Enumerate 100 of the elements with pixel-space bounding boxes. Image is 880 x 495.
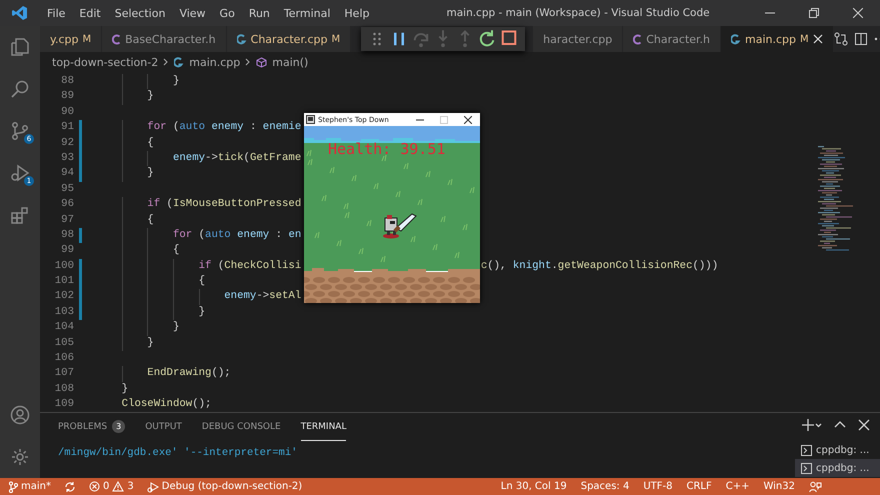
code-line: }	[172, 320, 180, 336]
debug-icon	[146, 480, 159, 492]
menu-item[interactable]: Go	[212, 6, 242, 20]
code-line: if (CheckCollisi	[198, 258, 302, 274]
code-line: {	[146, 212, 154, 228]
header-file-icon	[633, 34, 642, 44]
line-number: 109	[54, 397, 74, 412]
search-icon[interactable]	[10, 79, 30, 99]
panel-tab[interactable]: TERMINAL	[300, 413, 346, 441]
code-line: enemy->tick(GetFrame	[172, 150, 302, 166]
terminal-instance[interactable]: cppdbg: ...	[795, 459, 880, 477]
editor-tab[interactable]: Character.h	[623, 26, 722, 52]
sync-icon[interactable]	[64, 480, 76, 492]
files-icon[interactable]	[10, 37, 30, 57]
code-line: }	[146, 336, 154, 351]
debug-config[interactable]: Debug (top-down-section-2)	[146, 480, 302, 492]
line-number: 88	[60, 74, 74, 89]
status-item[interactable]: Spaces: 4	[580, 481, 630, 492]
code-line: EndDrawing();	[146, 366, 231, 382]
line-number: 98	[60, 228, 74, 243]
status-item[interactable]: CRLF	[686, 481, 712, 492]
add-terminal-icon[interactable]	[802, 419, 822, 431]
source-control-icon[interactable]	[10, 121, 30, 141]
line-number: 101	[54, 274, 74, 290]
breadcrumb-folder[interactable]: top-down-section-2	[52, 56, 158, 68]
chevron-icon	[245, 58, 252, 66]
terminal-icon	[801, 444, 812, 456]
line-number: 90	[60, 104, 74, 120]
compare-changes-icon[interactable]	[834, 32, 848, 46]
tab-label: BaseCharacter.h	[125, 32, 216, 46]
line-number: 102	[54, 289, 74, 304]
app-logo	[12, 5, 28, 21]
problems-indicator[interactable]: 0 3	[89, 481, 134, 492]
code-line: {	[146, 136, 154, 151]
line-number: 103	[54, 304, 74, 320]
branch-icon	[8, 480, 18, 492]
menu-item[interactable]: Terminal	[276, 6, 338, 20]
feedback-icon[interactable]	[809, 480, 822, 492]
line-number: 108	[54, 382, 74, 397]
editor-tab[interactable]: BaseCharacter.h	[102, 26, 227, 52]
status-item[interactable]: Win32	[763, 481, 795, 492]
menu-item[interactable]: Selection	[108, 6, 172, 20]
cpp-file-icon	[174, 56, 184, 68]
menu-item[interactable]: Edit	[72, 6, 108, 20]
code-line: for (auto enemy : en	[172, 228, 302, 243]
close-panel-icon[interactable]	[858, 419, 870, 431]
line-number: 94	[60, 166, 74, 182]
line-number: 106	[54, 351, 74, 366]
code-line: if (IsMouseButtonPressed	[146, 197, 302, 212]
editor-tab[interactable]: y.cpp M	[40, 26, 102, 52]
panel-tab[interactable]: OUTPUT	[145, 413, 182, 441]
close-icon[interactable]	[812, 34, 823, 44]
terminal-icon	[801, 462, 812, 474]
line-number: 89	[60, 89, 74, 104]
code-line: }	[172, 74, 180, 89]
account-icon[interactable]	[10, 405, 30, 425]
line-number: 93	[60, 150, 74, 166]
line-number: 92	[60, 136, 74, 151]
editor-tab[interactable]: haracter.cpp	[533, 26, 624, 52]
warning-icon	[112, 481, 124, 492]
menu-item[interactable]: View	[172, 6, 213, 20]
close-icon	[464, 116, 472, 124]
status-item[interactable]: UTF-8	[643, 481, 672, 492]
editor-tab[interactable]: Character.cpp M	[226, 26, 352, 52]
restore-icon	[809, 8, 819, 18]
terminal-instance[interactable]: cppdbg: ...	[795, 441, 880, 459]
menu-item[interactable]: File	[40, 6, 72, 20]
panel-tab[interactable]: DEBUG CONSOLE	[202, 413, 281, 441]
cpp-file-icon	[731, 34, 742, 44]
code-line: c(), knight.getWeaponCollisionRec()))	[480, 258, 718, 274]
run-debug-icon[interactable]	[10, 163, 30, 183]
editor-tab[interactable]: main.cpp M	[721, 26, 834, 52]
line-number: 104	[54, 320, 74, 336]
code-line: CloseWindow();	[120, 397, 212, 412]
code-line: }	[120, 382, 128, 397]
line-number: 99	[60, 243, 74, 258]
settings-icon[interactable]	[10, 447, 30, 467]
menu-item[interactable]: Run	[242, 6, 277, 20]
extensions-icon[interactable]	[10, 205, 30, 225]
code-line: {	[172, 243, 180, 258]
modified-label: M	[331, 34, 340, 44]
breadcrumb-symbol[interactable]: main()	[272, 56, 308, 68]
modified-label: M	[82, 34, 92, 44]
status-item[interactable]: Ln 30, Col 19	[500, 481, 567, 492]
code-line: {	[198, 274, 206, 290]
tab-label: Character.cpp	[250, 32, 328, 46]
code-line: for (auto enemy : enemie	[146, 120, 302, 136]
line-number: 107	[54, 366, 74, 382]
tab-label: Character.h	[646, 32, 710, 46]
cpp-file-icon	[236, 34, 247, 44]
menu-item[interactable]: Help	[337, 6, 376, 20]
breadcrumb-file[interactable]: main.cpp	[189, 56, 240, 68]
split-editor-icon[interactable]	[854, 32, 868, 46]
app-icon	[306, 115, 315, 124]
branch-indicator[interactable]: main*	[8, 480, 51, 492]
cube-icon	[256, 56, 268, 68]
tab-label: y.cpp	[50, 32, 78, 46]
panel-tab[interactable]: PROBLEMS 3	[58, 413, 126, 441]
terminal-output: /mingw/bin/gdb.exe' '--interpreter=mi'	[58, 447, 298, 459]
status-item[interactable]: C++	[726, 481, 750, 492]
